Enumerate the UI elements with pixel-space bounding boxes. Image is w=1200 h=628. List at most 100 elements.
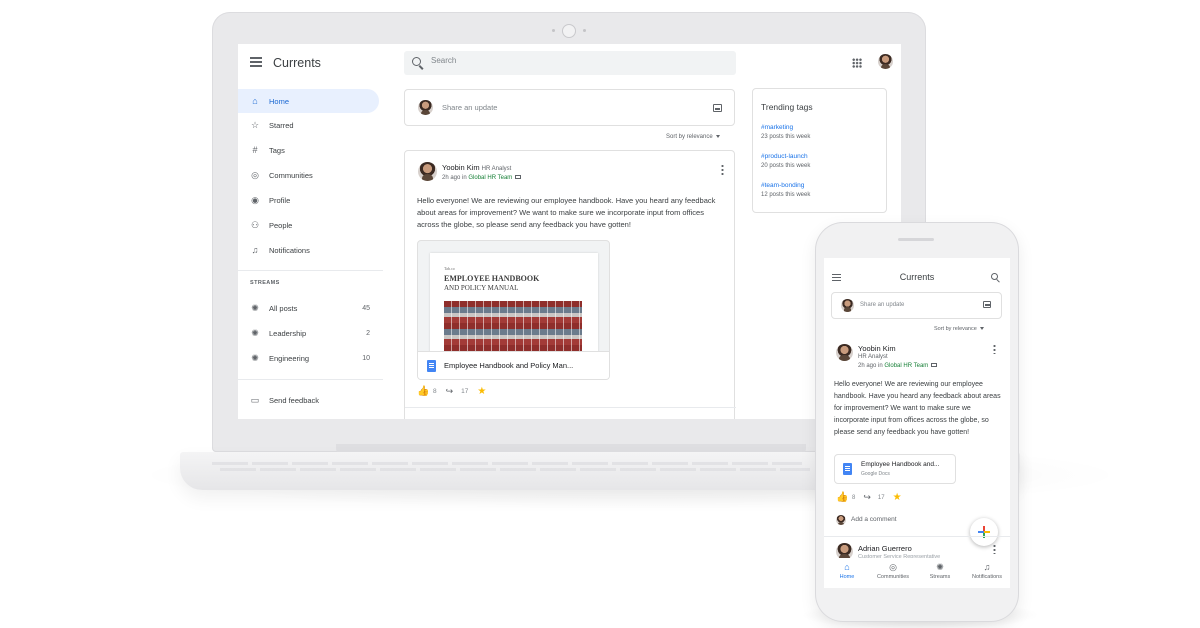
sidebar-stream-engineering[interactable]: ✺ Engineering 10 — [238, 346, 379, 370]
share-update-box[interactable]: Share an update — [831, 292, 1002, 319]
send-feedback-link[interactable]: ▭ Send feedback — [238, 388, 379, 412]
sidebar-item-profile[interactable]: ◉ Profile — [238, 188, 379, 212]
sidebar-item-people[interactable]: ⚇ People — [238, 213, 379, 237]
share-count: 17 — [877, 494, 885, 501]
communities-icon: ◎ — [251, 169, 259, 180]
sidebar-item-tags[interactable]: # Tags — [238, 138, 379, 162]
author-name[interactable]: Yoobin Kim — [858, 344, 896, 353]
chevron-down-icon — [715, 134, 720, 138]
post-meta: 2h ago in Global HR Team — [442, 175, 522, 181]
thumbs-up-icon[interactable]: 👍 — [417, 387, 429, 397]
trending-tag[interactable]: #product-launch — [761, 153, 808, 160]
image-icon[interactable] — [713, 104, 722, 112]
stream-icon: ✺ — [936, 562, 944, 572]
search-input[interactable] — [431, 56, 721, 65]
bottom-navigation: ⌂ Home ◎ Communities ✺ Streams ♫ Notific… — [824, 558, 1010, 588]
author-name: Yoobin Kim — [442, 163, 480, 172]
author-name[interactable]: Adrian Guerrero — [858, 544, 912, 553]
attachment-name: Employee Handbook and... — [861, 461, 940, 468]
folder-icon — [515, 175, 522, 180]
sort-dropdown[interactable]: Sort by relevance — [666, 134, 720, 140]
sidebar-item-label: Tags — [269, 145, 285, 155]
stream-icon: ✺ — [251, 302, 259, 313]
attachment-card[interactable]: Employee Handbook and... Google Docs — [834, 454, 956, 484]
attachment-card[interactable]: Tab.co EMPLOYEE HANDBOOK AND POLICY MANU… — [417, 240, 610, 380]
trending-tag[interactable]: #marketing — [761, 124, 793, 131]
stream-count: 45 — [362, 304, 370, 312]
product-showcase: Currents ⌂ Home ☆ Starred # Tags — [0, 0, 1200, 628]
image-icon[interactable] — [983, 301, 991, 308]
trending-tag[interactable]: #team-bonding — [761, 182, 804, 189]
community-link[interactable]: Global HR Team — [468, 175, 512, 181]
share-icon[interactable]: ↪ — [446, 387, 454, 396]
hashtag-icon: # — [252, 144, 258, 155]
laptop-camera — [562, 24, 576, 38]
stream-icon: ✺ — [251, 352, 259, 363]
apps-grid-icon[interactable] — [852, 58, 862, 68]
stream-count: 10 — [362, 354, 370, 362]
star-icon[interactable]: ★ — [893, 493, 902, 503]
phone-speaker — [898, 238, 934, 241]
feedback-icon: ▭ — [250, 394, 260, 405]
sidebar-item-starred[interactable]: ☆ Starred — [238, 113, 379, 137]
home-icon: ⌂ — [252, 95, 258, 106]
chevron-down-icon — [979, 327, 984, 331]
create-post-fab[interactable] — [970, 518, 998, 546]
document-preview-title: EMPLOYEE HANDBOOK — [444, 274, 540, 283]
sidebar-item-home[interactable]: ⌂ Home — [238, 89, 379, 113]
communities-icon: ◎ — [889, 562, 897, 572]
menu-icon[interactable] — [250, 57, 262, 67]
document-preview: Tab.co EMPLOYEE HANDBOOK AND POLICY MANU… — [430, 253, 598, 353]
search-bar[interactable] — [404, 51, 736, 75]
user-avatar — [418, 100, 433, 115]
community-link[interactable]: Global HR Team — [884, 363, 928, 369]
sidebar-stream-leadership[interactable]: ✺ Leadership 2 — [238, 321, 379, 345]
account-avatar[interactable] — [878, 54, 893, 69]
more-options-icon[interactable] — [993, 344, 996, 354]
star-icon[interactable]: ★ — [477, 387, 486, 397]
search-icon[interactable] — [991, 273, 998, 280]
desktop-screen: Currents ⌂ Home ☆ Starred # Tags — [238, 44, 901, 419]
trending-tags-card: Trending tags #marketing 23 posts this w… — [752, 88, 887, 213]
more-options-icon[interactable] — [721, 164, 724, 175]
add-comment-field[interactable]: Add a comment — [851, 516, 897, 523]
share-update-box[interactable]: Share an update — [404, 89, 735, 126]
thumbs-up-icon[interactable]: 👍 — [836, 493, 848, 503]
more-options-icon[interactable] — [993, 544, 996, 554]
post-author[interactable]: Yoobin Kim HR Analyst — [442, 163, 511, 172]
sidebar-item-notifications[interactable]: ♫ Notifications — [238, 238, 379, 262]
share-count: 17 — [461, 388, 469, 395]
sidebar-item-communities[interactable]: ◎ Communities — [238, 163, 379, 187]
sidebar-item-label: Leadership — [269, 328, 307, 338]
sort-label: Sort by relevance — [934, 326, 977, 332]
building-photo — [444, 301, 582, 353]
author-avatar[interactable] — [836, 344, 853, 361]
streams-heading: STREAMS — [250, 280, 280, 286]
home-icon: ⌂ — [844, 562, 850, 572]
post-actions: 👍 8 ↪ 17 ★ — [836, 493, 902, 503]
like-count: 8 — [433, 388, 437, 395]
bottom-nav-communities[interactable]: ◎ Communities — [870, 562, 916, 580]
bottom-nav-notifications[interactable]: ♫ Notifications — [964, 562, 1010, 580]
search-icon — [412, 57, 421, 66]
document-preview-subtitle: AND POLICY MANUAL — [444, 284, 519, 292]
bottom-nav-home[interactable]: ⌂ Home — [824, 562, 870, 580]
google-docs-icon — [427, 360, 436, 372]
bottom-nav-label: Streams — [929, 574, 951, 580]
author-avatar[interactable] — [418, 162, 437, 181]
profile-icon: ◉ — [251, 194, 259, 205]
stream-icon: ✺ — [251, 327, 259, 338]
sensor-dot — [583, 29, 586, 32]
send-feedback-label: Send feedback — [269, 395, 320, 405]
bottom-nav-label: Notifications — [972, 574, 1002, 580]
share-icon[interactable]: ↪ — [863, 493, 871, 502]
folder-icon — [931, 363, 938, 368]
stream-count: 2 — [366, 329, 370, 337]
bottom-nav-label: Home — [839, 574, 855, 580]
sidebar-stream-all-posts[interactable]: ✺ All posts 45 — [238, 296, 379, 320]
like-count: 8 — [852, 494, 856, 501]
bottom-nav-streams[interactable]: ✺ Streams — [917, 562, 963, 580]
sort-dropdown[interactable]: Sort by relevance — [934, 326, 984, 332]
sidebar-item-label: Profile — [269, 195, 291, 205]
bell-icon: ♫ — [251, 244, 259, 255]
